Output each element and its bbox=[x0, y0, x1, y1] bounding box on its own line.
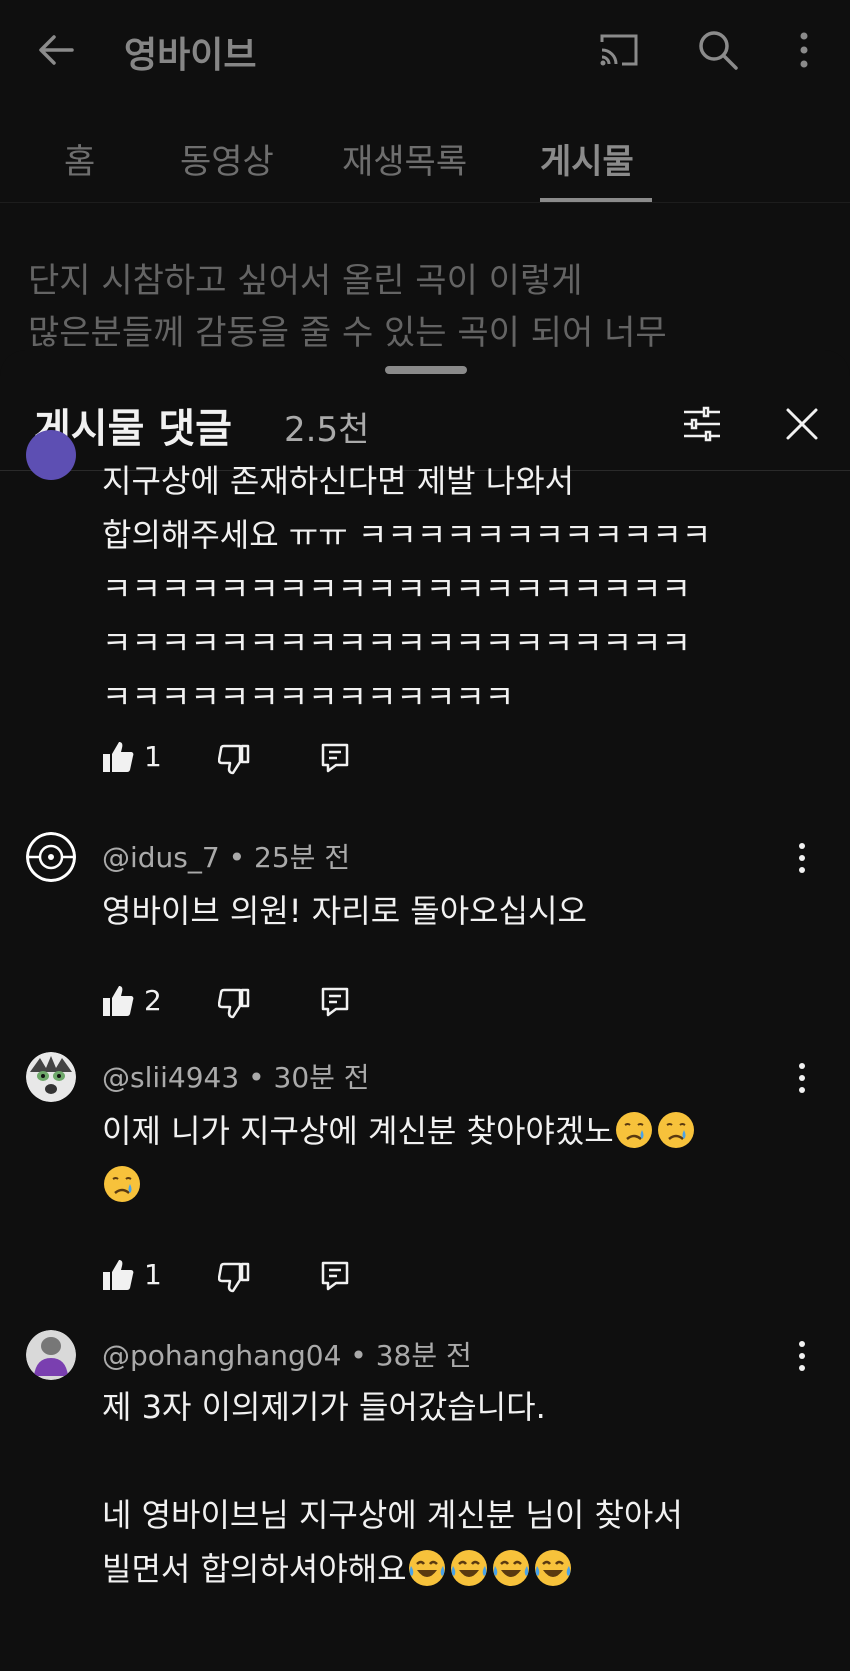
avatar[interactable] bbox=[26, 430, 76, 480]
comment-item: @slii4943 • 30분 전 이제 니가 지구상에 계신분 찾아야겠노 1 bbox=[0, 1048, 850, 1318]
comment-item: @pohanghang04 • 38분 전 제 3자 이의제기가 들어갔습니다.… bbox=[0, 1318, 850, 1671]
dislike-icon[interactable] bbox=[218, 742, 250, 776]
post-text-line: 단지 시참하고 싶어서 올린 곡이 이렇게 bbox=[28, 261, 583, 301]
comment-author[interactable]: @idus_7 bbox=[102, 841, 220, 874]
tab-playlists[interactable]: 재생목록 bbox=[342, 134, 467, 183]
reply-icon[interactable] bbox=[320, 1260, 350, 1292]
comment-item: @idus_7 • 25분 전 영바이브 의원! 자리로 돌아오십시오 2 bbox=[0, 828, 850, 1048]
comment-actions: 1 bbox=[102, 1258, 502, 1298]
comment-time: 38분 전 bbox=[375, 1339, 472, 1372]
comment-more-icon[interactable] bbox=[794, 1058, 810, 1098]
comment-text-line: 빌면서 합의하셔야해요 bbox=[102, 1550, 407, 1588]
active-tab-indicator bbox=[540, 198, 652, 202]
comment-author[interactable]: @pohanghang04 bbox=[102, 1339, 341, 1372]
like-icon[interactable] bbox=[102, 740, 134, 774]
comment-time: 25분 전 bbox=[254, 841, 351, 874]
like-icon[interactable] bbox=[102, 1258, 134, 1292]
like-count: 1 bbox=[144, 1258, 162, 1291]
comment-text-line: 네 영바이브님 지구상에 계신분 님이 찾아서 bbox=[102, 1496, 683, 1534]
drag-handle[interactable] bbox=[385, 366, 467, 374]
cast-icon[interactable] bbox=[596, 28, 642, 72]
comment-meta: @slii4943 • 30분 전 bbox=[102, 1056, 370, 1096]
comment-meta: @idus_7 • 25분 전 bbox=[102, 836, 350, 876]
back-arrow-icon[interactable] bbox=[34, 28, 78, 72]
avatar[interactable] bbox=[26, 1330, 76, 1380]
comment-item: 지구상에 존재하신다면 제발 나와서 합의해주세요 ㅠㅠ ㅋㅋㅋㅋㅋㅋㅋㅋㅋㅋㅋ… bbox=[0, 420, 850, 830]
comment-text: 지구상에 존재하신다면 제발 나와서 합의해주세요 ㅠㅠ ㅋㅋㅋㅋㅋㅋㅋㅋㅋㅋㅋ… bbox=[102, 462, 712, 716]
post-text: 단지 시참하고 싶어서 올린 곡이 이렇게 많은분들께 감동을 줄 수 있는 곡… bbox=[28, 255, 828, 359]
comment-more-icon[interactable] bbox=[794, 1336, 810, 1376]
comment-actions: 2 bbox=[102, 984, 502, 1024]
like-count: 1 bbox=[144, 740, 162, 773]
avatar[interactable] bbox=[26, 832, 76, 882]
comments-sheet: 게시물 댓글 2.5천 지구상에 존재하신다면 제발 나와서 합의해주세요 ㅠㅠ… bbox=[0, 350, 850, 1671]
avatar[interactable] bbox=[26, 1052, 76, 1102]
reply-icon[interactable] bbox=[320, 742, 350, 774]
comment-author[interactable]: @slii4943 bbox=[102, 1061, 239, 1094]
tears-of-joy-emoji-icon bbox=[408, 1550, 445, 1586]
separator-dot: • bbox=[350, 1339, 376, 1372]
reply-icon[interactable] bbox=[320, 986, 350, 1018]
crying-face-emoji-icon bbox=[104, 1166, 140, 1202]
channel-title: 영바이브 bbox=[124, 35, 257, 76]
separator-dot: • bbox=[248, 1061, 274, 1094]
comment-actions: 1 bbox=[102, 740, 502, 780]
comment-meta: @pohanghang04 • 38분 전 bbox=[102, 1334, 472, 1374]
comment-text-line: 이제 니가 지구상에 계신분 찾아야겠노 bbox=[102, 1112, 614, 1150]
search-icon[interactable] bbox=[696, 28, 740, 72]
comment-text: 제 3자 이의제기가 들어갔습니다. 네 영바이브님 지구상에 계신분 님이 찾아… bbox=[102, 1380, 792, 1596]
app-bar: 영바이브 bbox=[0, 0, 850, 100]
tab-home[interactable]: 홈 bbox=[64, 134, 95, 183]
comment-text-line: 제 3자 이의제기가 들어갔습니다. bbox=[102, 1388, 546, 1426]
tab-posts[interactable]: 게시물 bbox=[540, 134, 634, 183]
tears-of-joy-emoji-icon bbox=[492, 1550, 529, 1586]
like-count: 2 bbox=[144, 984, 162, 1017]
tears-of-joy-emoji-icon bbox=[450, 1550, 487, 1586]
comment-text: 이제 니가 지구상에 계신분 찾아야겠노 bbox=[102, 1104, 792, 1212]
tears-of-joy-emoji-icon bbox=[534, 1550, 571, 1586]
dislike-icon[interactable] bbox=[218, 986, 250, 1020]
dislike-icon[interactable] bbox=[218, 1260, 250, 1294]
crying-face-emoji-icon bbox=[657, 1112, 694, 1148]
more-options-icon[interactable] bbox=[790, 26, 818, 74]
channel-tabs: 홈 동영상 재생목록 게시물 bbox=[0, 120, 850, 203]
comment-time: 30분 전 bbox=[273, 1061, 370, 1094]
comment-text: 영바이브 의원! 자리로 돌아오십시오 bbox=[102, 892, 587, 930]
tab-videos[interactable]: 동영상 bbox=[180, 134, 274, 183]
crying-face-emoji-icon bbox=[615, 1112, 652, 1148]
comment-text-last-line: 빌면서 합의하셔야해요 bbox=[102, 1542, 792, 1596]
comment-more-icon[interactable] bbox=[794, 838, 810, 878]
separator-dot: • bbox=[228, 841, 255, 874]
like-icon[interactable] bbox=[102, 984, 134, 1018]
